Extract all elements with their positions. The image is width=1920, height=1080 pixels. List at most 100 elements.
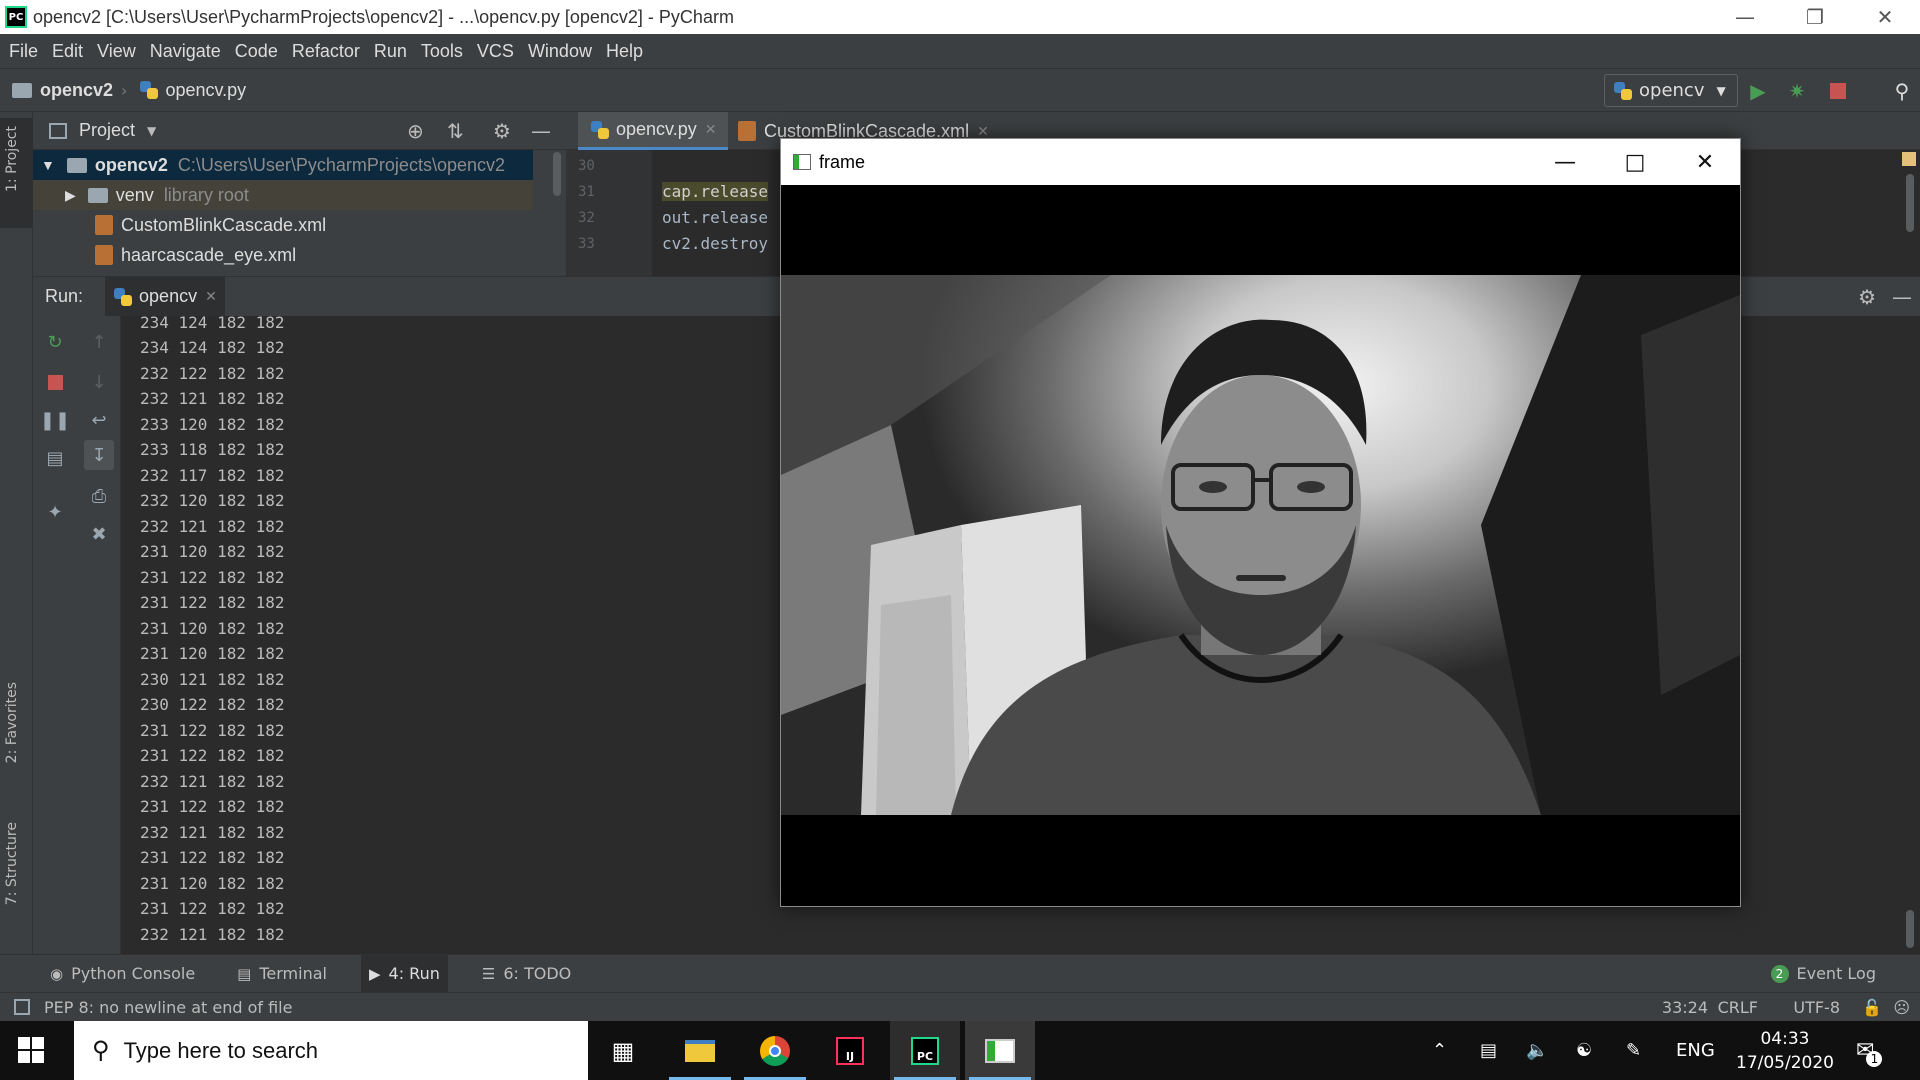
editor-scrollbar[interactable] xyxy=(1906,174,1914,232)
run-icon[interactable]: ▶ xyxy=(1746,79,1770,103)
python-file-icon xyxy=(113,287,133,307)
chevron-down-icon[interactable]: ▼ xyxy=(147,124,156,138)
opencv-frame-window[interactable]: frame — □ ✕ xyxy=(780,138,1741,907)
menu-help[interactable]: Help xyxy=(606,41,643,62)
gear-icon[interactable]: ⚙ xyxy=(493,119,511,143)
locate-icon[interactable]: ⊕ xyxy=(407,119,424,143)
hide-panel-icon[interactable]: — xyxy=(1892,285,1912,309)
pen-icon[interactable]: ✎ xyxy=(1626,1021,1641,1080)
inspection-warning-icon[interactable] xyxy=(1902,152,1916,166)
close-tab-icon[interactable]: ✕ xyxy=(977,123,989,140)
console-scrollbar[interactable] xyxy=(1906,910,1914,948)
breadcrumb-project[interactable]: opencv2 xyxy=(12,80,113,101)
tab-opencv-py[interactable]: opencv.py ✕ xyxy=(578,112,729,150)
menu-code[interactable]: Code xyxy=(235,41,278,62)
close-icon[interactable]: ✕ xyxy=(1670,139,1740,185)
tree-item-opencv2[interactable]: ▼ opencv2 C:\Users\User\PycharmProjects\… xyxy=(33,150,533,180)
frame-title-bar[interactable]: frame — □ ✕ xyxy=(781,139,1740,185)
tab-python-console[interactable]: ◉ Python Console xyxy=(42,955,203,993)
arrow-down-icon[interactable]: ↓ xyxy=(87,370,111,394)
debug-icon[interactable]: ✷ xyxy=(1785,79,1809,103)
wifi-icon[interactable]: ☯ xyxy=(1576,1021,1592,1080)
project-scrollbar[interactable] xyxy=(553,152,561,196)
collapse-all-icon[interactable]: ⇅ xyxy=(447,119,464,143)
console-line: 231 120 182 182 xyxy=(140,644,285,663)
language-indicator[interactable]: ENG xyxy=(1676,1021,1715,1080)
pin-icon[interactable]: ✦ xyxy=(43,500,67,524)
menu-run[interactable]: Run xyxy=(374,41,407,62)
tab-run[interactable]: ▶ 4: Run xyxy=(360,954,448,993)
notifications-icon[interactable]: ✉ 1 xyxy=(1856,1021,1890,1080)
tray-chevron-up-icon[interactable]: ⌃ xyxy=(1432,1021,1447,1080)
console-scrollbar-track xyxy=(1900,316,1920,954)
search-icon[interactable]: ⚲ xyxy=(1890,79,1914,103)
pycharm-icon[interactable]: PC xyxy=(890,1021,960,1080)
caret-position[interactable]: 33:24 xyxy=(1662,998,1708,1017)
breadcrumb-file[interactable]: opencv.py xyxy=(139,80,246,101)
menu-edit[interactable]: Edit xyxy=(52,41,83,62)
close-tab-icon[interactable]: ✕ xyxy=(705,121,717,138)
python-window-icon[interactable] xyxy=(965,1021,1035,1080)
tree-item-custom-blink-cascade[interactable]: CustomBlinkCascade.xml xyxy=(33,210,553,240)
pause-icon[interactable]: ❚❚ xyxy=(40,408,70,432)
console-line: 232 121 182 182 xyxy=(140,389,285,408)
close-tab-icon[interactable]: ✕ xyxy=(205,289,217,305)
project-panel-title[interactable]: Project xyxy=(79,120,135,141)
maximize-icon[interactable]: □ xyxy=(1600,139,1670,185)
tree-item-venv[interactable]: ▶ venv library root xyxy=(33,180,533,210)
tree-item-haarcascade-eye[interactable]: haarcascade_eye.xml xyxy=(33,240,553,270)
restore-icon[interactable]: ❐ xyxy=(1780,0,1850,34)
rerun-icon[interactable]: ↻ xyxy=(43,330,67,354)
gear-icon[interactable]: ⚙ xyxy=(1858,285,1876,309)
stop-icon[interactable] xyxy=(1826,79,1850,103)
soft-wrap-icon[interactable]: ↩ xyxy=(87,408,111,432)
run-toolbar-primary: ↻ ❚❚ ▤ ✦ xyxy=(33,316,77,954)
left-tool-strip: 1: Project 2: Favorites 7: Structure xyxy=(0,112,33,954)
python-file-icon xyxy=(1613,81,1633,101)
stop-icon[interactable] xyxy=(43,370,67,394)
line-separator[interactable]: CRLF xyxy=(1718,998,1758,1017)
menu-view[interactable]: View xyxy=(97,41,136,62)
chrome-icon[interactable] xyxy=(740,1021,810,1080)
close-icon[interactable]: ✕ xyxy=(1850,0,1920,34)
hide-panel-icon[interactable]: — xyxy=(531,119,551,143)
tab-event-log[interactable]: 2 Event Log xyxy=(1763,955,1885,993)
menu-vcs[interactable]: VCS xyxy=(477,41,514,62)
print-icon[interactable]: ⎙ xyxy=(87,484,111,508)
structure-tool-tab[interactable]: 7: Structure xyxy=(4,822,20,905)
menu-file[interactable]: File xyxy=(9,41,38,62)
minimize-icon[interactable]: — xyxy=(1710,0,1780,34)
code-view[interactable]: cap.release out.release cv2.destroy xyxy=(652,150,772,276)
battery-icon[interactable]: ▤ xyxy=(1480,1021,1497,1080)
trash-icon[interactable]: ✖ xyxy=(87,522,111,546)
file-encoding[interactable]: UTF-8 xyxy=(1793,998,1840,1017)
menu-navigate[interactable]: Navigate xyxy=(150,41,221,62)
taskbar-search-box[interactable]: ⚲ Type here to search xyxy=(74,1021,588,1080)
breadcrumb-separator: › xyxy=(121,80,128,100)
console-line: 234 124 182 182 xyxy=(140,338,285,357)
menu-tools[interactable]: Tools xyxy=(421,41,463,62)
project-tool-tab[interactable]: 1: Project xyxy=(4,126,20,192)
restore-layout-icon[interactable]: ▤ xyxy=(43,446,67,470)
tab-terminal[interactable]: ▤ Terminal xyxy=(229,955,335,993)
file-explorer-icon[interactable] xyxy=(665,1021,735,1080)
tab-todo[interactable]: ☰ 6: TODO xyxy=(474,955,579,993)
tool-windows-icon[interactable] xyxy=(14,999,30,1015)
task-view-icon[interactable]: ▦ xyxy=(588,1021,658,1080)
inspector-icon[interactable]: ☹ xyxy=(1893,998,1910,1017)
run-configuration-select[interactable]: opencv ▼ xyxy=(1604,74,1738,107)
menu-refactor[interactable]: Refactor xyxy=(292,41,360,62)
volume-icon[interactable]: 🔈 xyxy=(1526,1021,1548,1080)
minimize-icon[interactable]: — xyxy=(1530,139,1600,185)
console-line: 232 120 182 182 xyxy=(140,491,285,510)
windows-start-icon[interactable] xyxy=(18,1037,44,1063)
arrow-up-icon[interactable]: ↑ xyxy=(87,330,111,354)
navigation-bar: opencv2 › opencv.py opencv ▼ ▶ ✷ ⚲ xyxy=(0,68,1920,112)
run-tab-opencv[interactable]: opencv ✕ xyxy=(105,276,225,317)
favorites-tool-tab[interactable]: 2: Favorites xyxy=(4,682,20,763)
intellij-icon[interactable]: IJ xyxy=(815,1021,885,1080)
lock-icon[interactable]: 🔓 xyxy=(1862,998,1882,1017)
scroll-to-end-icon[interactable]: ↧ xyxy=(84,440,114,470)
clock[interactable]: 04:33 17/05/2020 xyxy=(1736,1021,1834,1080)
menu-window[interactable]: Window xyxy=(528,41,592,62)
